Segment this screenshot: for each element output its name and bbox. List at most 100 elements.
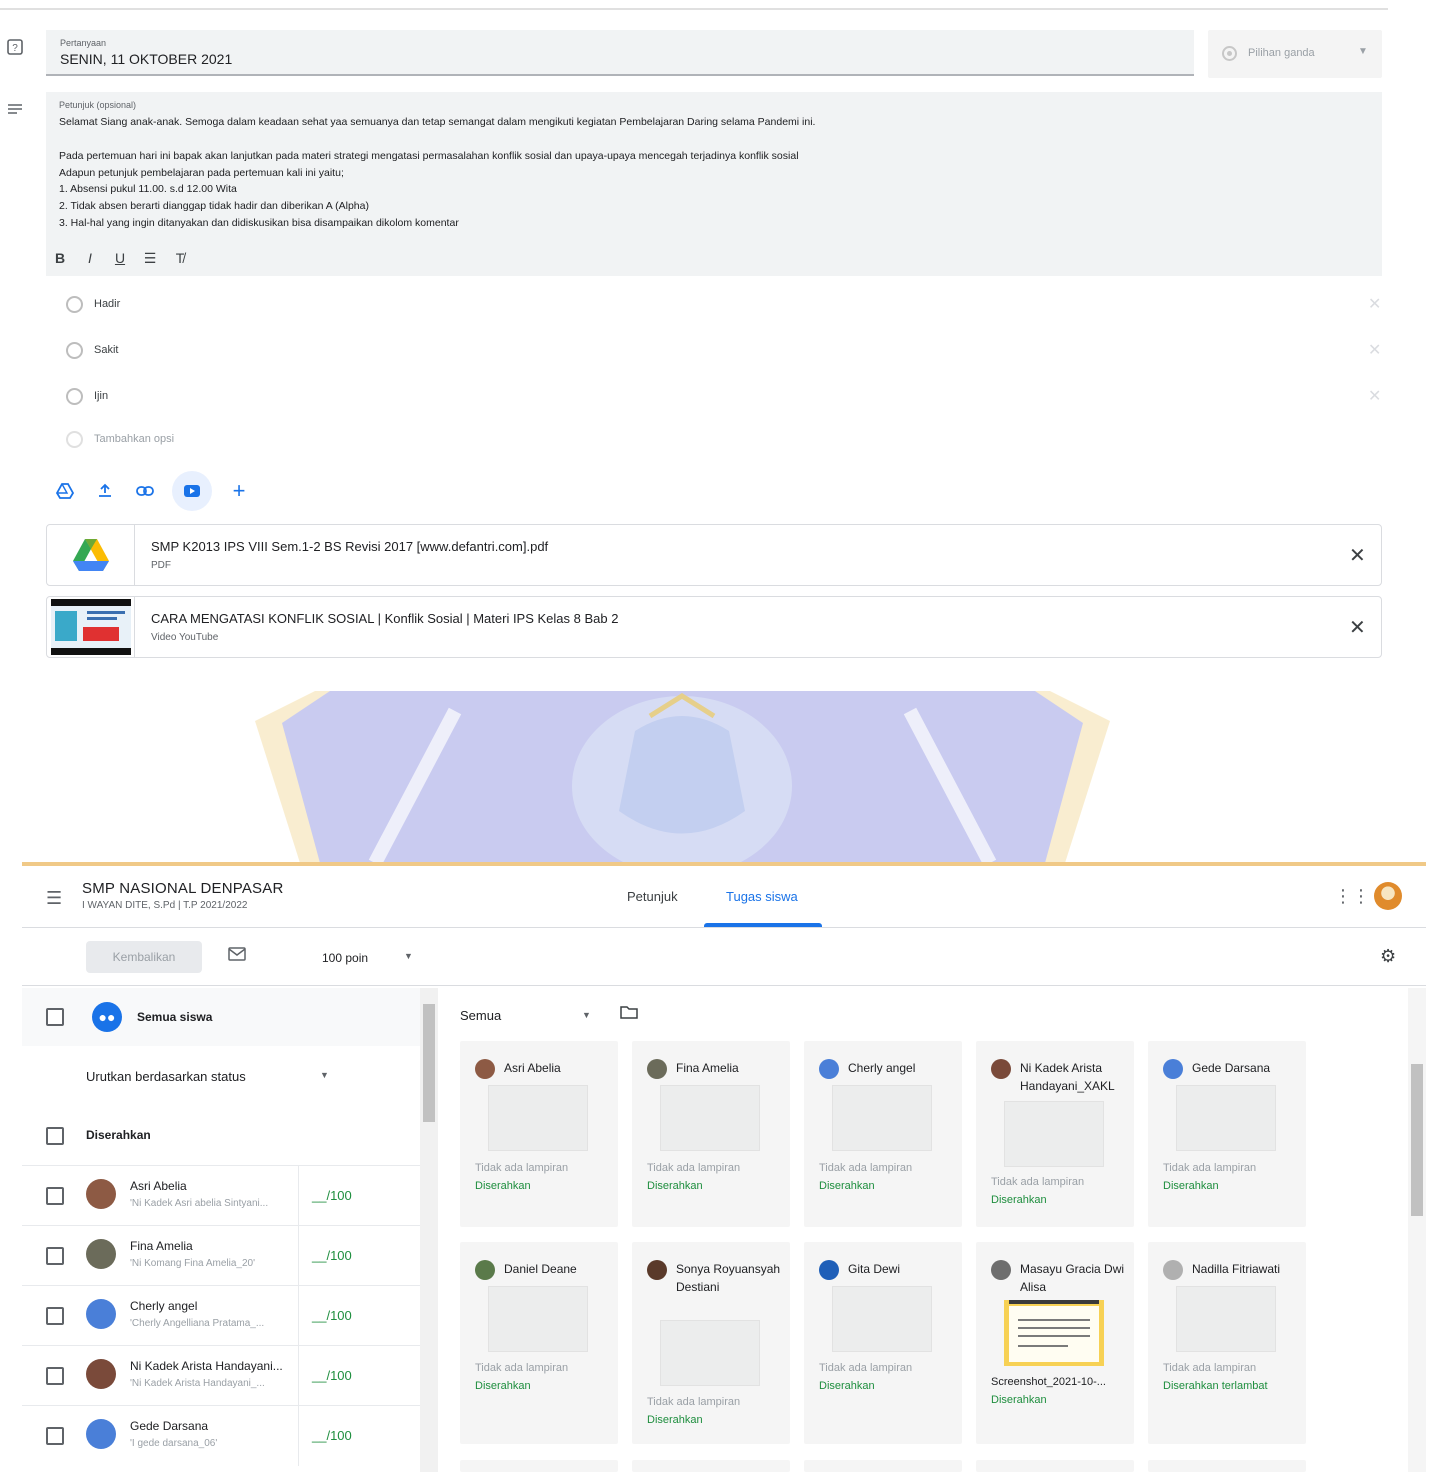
student-row[interactable]: Asri Abelia 'Ni Kadek Asri abelia Sintya… [22,1165,420,1226]
points-select[interactable]: 100 poin [322,951,368,965]
card-student-name: Gede Darsana [1192,1061,1271,1075]
checkbox[interactable] [46,1307,64,1325]
upload-icon[interactable] [92,478,118,504]
all-students-row[interactable]: ●● Semua siswa [22,988,420,1046]
close-icon[interactable]: ✕ [1368,386,1381,406]
thumbnail-placeholder [1004,1101,1104,1167]
sort-select[interactable]: Urutkan berdasarkan status [86,1069,246,1084]
grade-field[interactable]: __/100 [312,1188,352,1203]
screenshot-thumbnail[interactable] [1004,1300,1104,1366]
submission-card[interactable]: Ni Kadek Arista Handayani_XAKL Tidak ada… [976,1041,1134,1227]
submission-card[interactable] [1148,1460,1306,1472]
checkbox[interactable] [46,1187,64,1205]
filter-select[interactable]: Semua [460,1008,501,1023]
clear-format-button[interactable]: T̸ [172,250,188,266]
link-icon[interactable] [132,478,158,504]
checkbox[interactable] [46,1008,64,1026]
attachment-title[interactable]: SMP K2013 IPS VIII Sem.1-2 BS Revisi 201… [151,539,548,554]
attachment-filename[interactable]: Screenshot_2021-10-... [991,1376,1106,1388]
close-icon[interactable]: ✕ [1349,615,1366,640]
checkbox[interactable] [46,1247,64,1265]
plus-icon[interactable]: + [226,478,252,504]
folder-icon[interactable] [620,1005,638,1024]
submission-card[interactable]: Gede Darsana Tidak ada lampiran Diserahk… [1148,1041,1306,1227]
tab-petunjuk[interactable]: Petunjuk [627,889,678,904]
description-line: Adapun petunjuk pembelajaran pada pertem… [59,167,344,179]
submission-card[interactable] [804,1460,962,1472]
submission-card[interactable]: Cherly angel Tidak ada lampiran Diserahk… [804,1041,962,1227]
grid-scrollbar[interactable] [1408,988,1426,1472]
question-type-select[interactable]: Pilihan ganda ▼ [1208,30,1382,78]
description-field[interactable]: Petunjuk (opsional) Selamat Siang anak-a… [46,92,1382,276]
option-text[interactable]: Hadir [94,298,120,310]
section-checkbox[interactable] [46,1127,64,1145]
list-scrollbar[interactable] [420,988,438,1472]
scrollbar-thumb[interactable] [423,1004,435,1122]
grade-field[interactable]: __/100 [312,1308,352,1323]
underline-button[interactable]: U [112,250,128,266]
add-option-row[interactable]: Tambahkan opsi [66,429,1386,449]
add-option-text[interactable]: Tambahkan opsi [94,433,174,445]
student-row[interactable]: Cherly angel 'Cherly Angelliana Pratama_… [22,1285,420,1346]
attachment-card[interactable]: SMP K2013 IPS VIII Sem.1-2 BS Revisi 201… [46,524,1382,586]
menu-icon[interactable]: ☰ [46,888,62,909]
chevron-down-icon[interactable]: ▼ [404,951,413,961]
return-button[interactable]: Kembalikan [86,941,202,973]
class-header: ☰ SMP NASIONAL DENPASAR I WAYAN DITE, S.… [22,866,1426,928]
university-seal-watermark [255,691,1110,876]
submission-card[interactable] [976,1460,1134,1472]
close-icon[interactable]: ✕ [1368,340,1381,360]
grade-field[interactable]: __/100 [312,1428,352,1443]
submission-card[interactable]: Daniel Deane Tidak ada lampiran Diserahk… [460,1242,618,1444]
no-attachment-text: Tidak ada lampiran [1163,1362,1257,1374]
checkbox[interactable] [46,1367,64,1385]
avatar [647,1059,667,1079]
description-line: 3. Hal-hal yang ingin ditanyakan dan did… [59,217,459,229]
grade-field[interactable]: __/100 [312,1248,352,1263]
question-field[interactable]: Pertanyaan SENIN, 11 OKTOBER 2021 [46,30,1194,76]
option-text[interactable]: Ijin [94,390,108,402]
gear-icon[interactable]: ⚙ [1380,946,1396,967]
bold-button[interactable]: B [52,250,68,266]
submission-card[interactable]: Sonya Royuansyah Destiani Tidak ada lamp… [632,1242,790,1444]
card-student-name: Nadilla Fitriawati [1192,1262,1281,1276]
question-value[interactable]: SENIN, 11 OKTOBER 2021 [60,51,232,67]
student-row[interactable]: Fina Amelia 'Ni Komang Fina Amelia_20' _… [22,1225,420,1286]
student-row[interactable]: Gede Darsana 'I gede darsana_06' __/100 [22,1405,420,1466]
option-text[interactable]: Sakit [94,344,118,356]
submission-card[interactable]: Fina Amelia Tidak ada lampiran Diserahka… [632,1041,790,1227]
submission-card[interactable]: Gita Dewi Tidak ada lampiran Diserahkan [804,1242,962,1444]
list-button[interactable]: ☰ [142,250,158,267]
chevron-down-icon[interactable]: ▼ [582,1010,591,1020]
student-row[interactable]: Ni Kadek Arista Handayani... 'Ni Kadek A… [22,1345,420,1406]
no-attachment-text: Tidak ada lampiran [819,1362,913,1374]
status-text: Diserahkan [819,1380,875,1392]
chevron-down-icon[interactable]: ▼ [320,1070,329,1080]
all-students-label: Semua siswa [137,1010,213,1024]
submission-card[interactable]: Asri Abelia Tidak ada lampiran Diserahka… [460,1041,618,1227]
avatar [475,1260,495,1280]
submission-card[interactable]: Nadilla Fitriawati Tidak ada lampiran Di… [1148,1242,1306,1444]
attachment-title[interactable]: CARA MENGATASI KONFLIK SOSIAL | Konflik … [151,611,618,626]
format-toolbar: B I U ☰ T̸ [52,248,188,268]
mail-icon[interactable] [228,947,246,966]
checkbox[interactable] [46,1427,64,1445]
submission-card[interactable] [460,1460,618,1472]
scrollbar-thumb[interactable] [1411,1064,1423,1216]
no-attachment-text: Tidak ada lampiran [991,1176,1085,1188]
column-divider [298,1166,299,1226]
close-icon[interactable]: ✕ [1349,543,1366,568]
italic-button[interactable]: I [82,250,98,266]
submission-card[interactable]: Masayu Gracia Dwi Alisa Screenshot_2021-… [976,1242,1134,1444]
tab-tugas-siswa[interactable]: Tugas siswa [726,889,798,904]
avatar[interactable] [1374,882,1402,910]
submission-card[interactable] [632,1460,790,1472]
no-attachment-text: Tidak ada lampiran [647,1396,741,1408]
attachment-card[interactable]: CARA MENGATASI KONFLIK SOSIAL | Konflik … [46,596,1382,658]
class-name[interactable]: SMP NASIONAL DENPASAR [82,880,283,897]
google-drive-icon[interactable] [52,478,78,504]
youtube-icon[interactable] [172,471,212,511]
avatar [86,1419,116,1449]
grade-field[interactable]: __/100 [312,1368,352,1383]
close-icon[interactable]: ✕ [1368,294,1381,314]
